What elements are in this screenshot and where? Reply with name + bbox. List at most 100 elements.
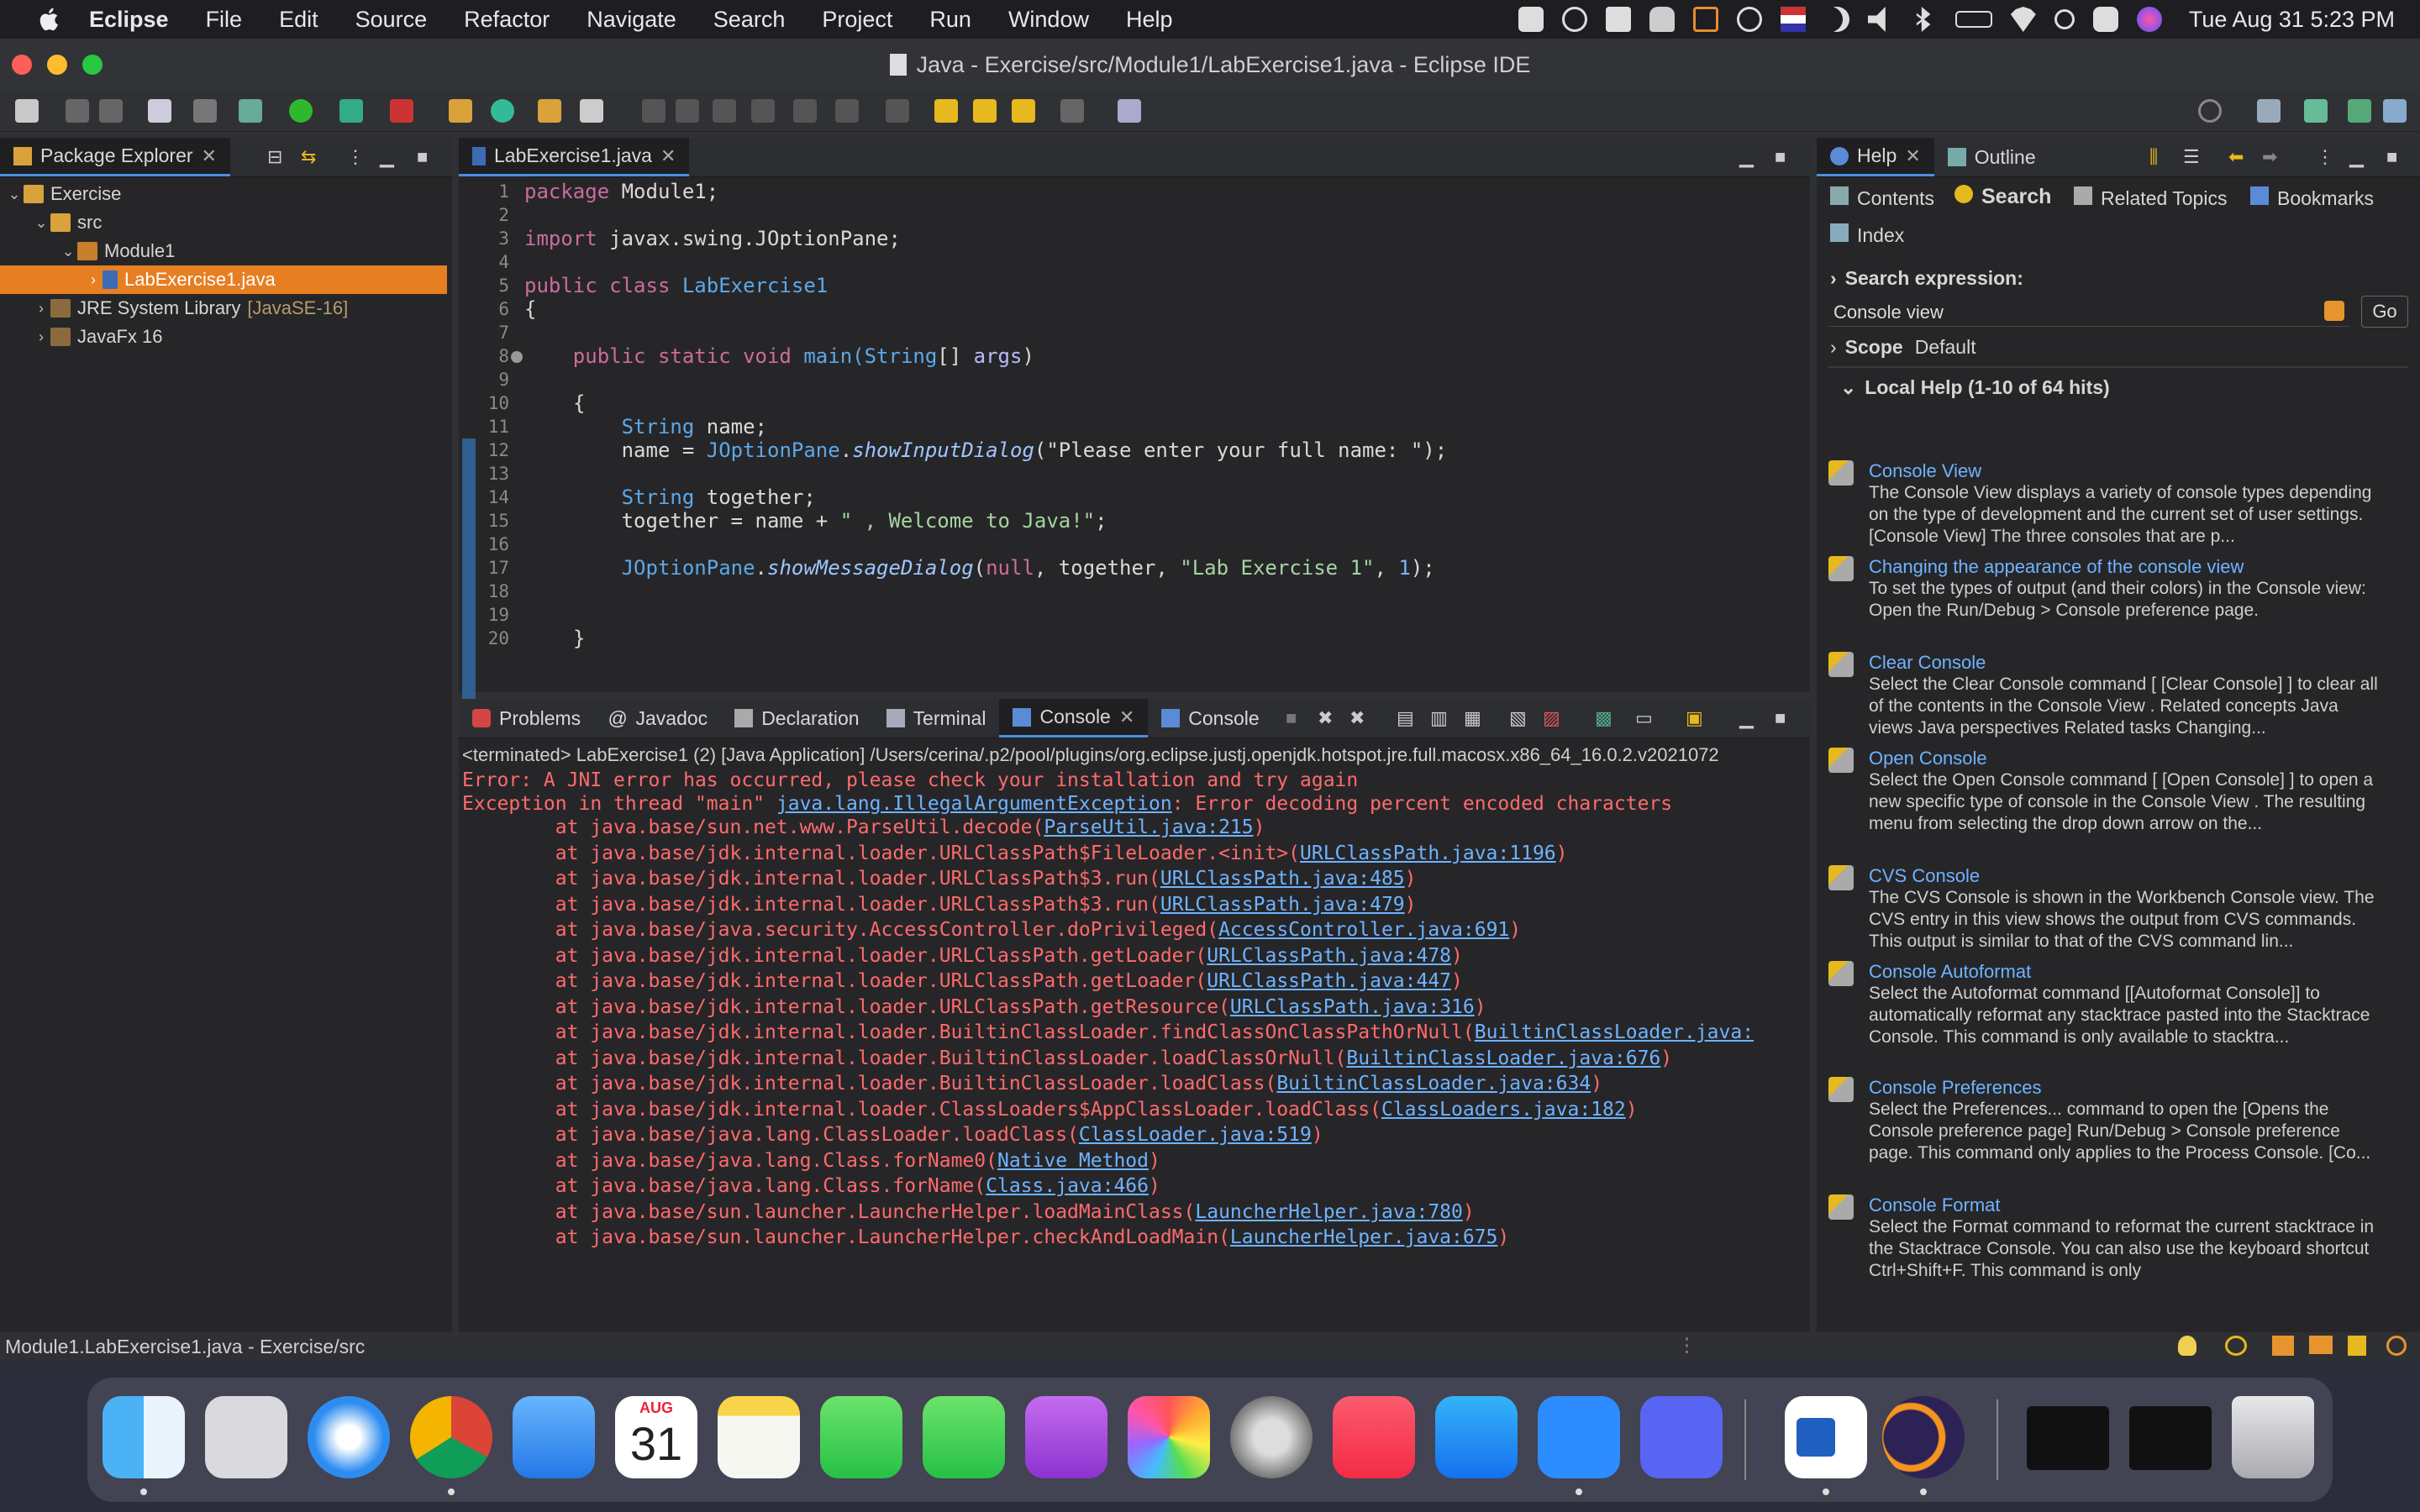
- undo-icon[interactable]: [2225, 1336, 2247, 1356]
- tab-package-explorer[interactable]: Package Explorer ✕: [0, 138, 230, 176]
- zoom-status-icon[interactable]: [1518, 7, 1544, 32]
- show-in-contents-icon[interactable]: ⫼: [2149, 146, 2158, 168]
- word-wrap-icon[interactable]: ▦: [1464, 707, 1481, 729]
- time-machine-icon[interactable]: [1736, 7, 1762, 32]
- mail-icon[interactable]: [513, 1396, 595, 1478]
- console-output[interactable]: Error: A JNI error has occurred, please …: [462, 769, 1807, 1324]
- music-icon[interactable]: [1333, 1396, 1415, 1478]
- menu-navigate[interactable]: Navigate: [587, 7, 676, 33]
- format-icon[interactable]: [713, 99, 736, 123]
- debug-icon[interactable]: [239, 99, 262, 123]
- chevron-right-icon[interactable]: ›: [84, 271, 103, 289]
- podcasts-icon[interactable]: [1025, 1396, 1107, 1478]
- help-hit-title[interactable]: CVS Console: [1869, 865, 1980, 887]
- trace-source-link[interactable]: LauncherHelper.java:780: [1195, 1201, 1463, 1223]
- close-icon[interactable]: ✕: [1905, 145, 1920, 167]
- toolbar-search-icon[interactable]: [2198, 99, 2222, 123]
- menu-search[interactable]: Search: [713, 7, 786, 33]
- volume-icon[interactable]: [1867, 7, 1886, 32]
- pin-editor-icon[interactable]: [1118, 99, 1141, 123]
- code-line[interactable]: JOptionPane.showMessageDialog(null, toge…: [524, 556, 1435, 580]
- tree-file-labexercise1[interactable]: › LabExercise1.java: [0, 265, 447, 294]
- run-icon[interactable]: [289, 99, 313, 123]
- git-perspective-icon[interactable]: [2383, 99, 2407, 123]
- chevron-down-icon[interactable]: ⌄: [5, 186, 24, 203]
- lightbulb-icon[interactable]: [2178, 1336, 2196, 1356]
- x-status-icon[interactable]: [1605, 7, 1631, 32]
- tab-declaration[interactable]: Declaration: [721, 699, 872, 738]
- scope-value[interactable]: Default: [1915, 336, 1976, 358]
- battery-icon[interactable]: [1954, 11, 1992, 28]
- display-console-icon[interactable]: ▭: [1635, 707, 1653, 729]
- launchpad-icon[interactable]: [205, 1396, 287, 1478]
- tab-console[interactable]: Console: [1148, 699, 1272, 738]
- go-button[interactable]: Go: [2361, 296, 2408, 328]
- app-store-icon[interactable]: [1435, 1396, 1518, 1478]
- help-hit-title[interactable]: Open Console: [1869, 748, 1987, 769]
- menu-help[interactable]: Help: [1126, 7, 1173, 33]
- trace-source-link[interactable]: ParseUtil.java:215: [1044, 816, 1253, 838]
- moon-icon[interactable]: [1824, 7, 1849, 32]
- scope-toggle[interactable]: › Scope Default: [1830, 336, 1976, 359]
- bluetooth-icon[interactable]: [1916, 7, 1931, 32]
- help-hit-title[interactable]: Console Format: [1869, 1194, 2001, 1216]
- new-class-icon[interactable]: [491, 99, 514, 123]
- code-line[interactable]: together = name + " , Welcome to Java!";: [524, 509, 1107, 533]
- trace-source-link[interactable]: BuiltinClassLoader.java:634: [1276, 1073, 1591, 1095]
- menu-source[interactable]: Source: [355, 7, 428, 33]
- spotlight-icon[interactable]: [2054, 9, 2075, 29]
- toc-icon[interactable]: ☰: [2183, 146, 2200, 168]
- minimize-icon[interactable]: ▁: [1739, 146, 1754, 168]
- local-help-toggle[interactable]: ⌄ Local Help (1-10 of 64 hits): [1840, 376, 2110, 399]
- terminal-icon[interactable]: [148, 99, 171, 123]
- flag-icon[interactable]: [1780, 7, 1806, 32]
- notes-icon[interactable]: [718, 1396, 800, 1478]
- control-center-icon[interactable]: [2092, 7, 2118, 32]
- tree-jre-library[interactable]: › JRE System Library [JavaSE-16]: [0, 294, 484, 323]
- view-menu-icon[interactable]: ⋮: [346, 146, 365, 168]
- safari-icon[interactable]: [308, 1396, 390, 1478]
- tab-help[interactable]: Help ✕: [1817, 138, 1934, 176]
- back-icon[interactable]: [1012, 99, 1035, 123]
- word-icon[interactable]: [1785, 1396, 1867, 1478]
- trash-icon[interactable]: [2232, 1396, 2314, 1478]
- tab-problems[interactable]: Problems: [459, 699, 594, 738]
- search-history-icon[interactable]: [2324, 301, 2344, 321]
- scroll-lock-icon[interactable]: ▥: [1430, 707, 1448, 729]
- apple-icon[interactable]: [35, 5, 64, 34]
- chevron-down-icon[interactable]: ⌄: [59, 243, 77, 260]
- screen-status-icon[interactable]: [1692, 7, 1718, 32]
- discord-icon[interactable]: [1640, 1396, 1723, 1478]
- help-hit-title[interactable]: Changing the appearance of the console v…: [1869, 556, 2244, 578]
- exception-link[interactable]: java.lang.IllegalArgumentException: [776, 793, 1172, 815]
- forward-icon[interactable]: ➡: [2262, 146, 2277, 168]
- trace-source-link[interactable]: LauncherHelper.java:675: [1230, 1226, 1498, 1248]
- chevron-right-icon[interactable]: ›: [32, 328, 50, 346]
- cloud-status-icon[interactable]: [1649, 7, 1675, 32]
- external-tools-icon[interactable]: [390, 99, 413, 123]
- help-index-link[interactable]: Index: [1830, 223, 1904, 247]
- menu-refactor[interactable]: Refactor: [464, 7, 550, 33]
- help-search-link[interactable]: Search: [1954, 185, 2051, 209]
- tree-src[interactable]: ⌄ src: [0, 208, 484, 237]
- trace-source-link[interactable]: BuiltinClassLoader.java:: [1475, 1021, 1754, 1043]
- book-icon[interactable]: [2272, 1336, 2294, 1356]
- pin-console-icon[interactable]: ▩: [1595, 707, 1612, 729]
- trace-source-link[interactable]: URLClassPath.java:1196: [1300, 843, 1556, 864]
- forward-icon[interactable]: [1060, 99, 1084, 123]
- help-related-link[interactable]: Related Topics: [2074, 186, 2227, 210]
- close-icon[interactable]: ✕: [202, 145, 217, 167]
- code-line[interactable]: String name;: [524, 415, 767, 438]
- code-line[interactable]: String together;: [524, 486, 816, 509]
- close-window-button[interactable]: [12, 55, 32, 75]
- zoom-window-button[interactable]: [82, 55, 103, 75]
- annotation-icon[interactable]: [642, 99, 666, 123]
- chevron-down-icon[interactable]: ⌄: [32, 214, 50, 232]
- show-on-output-icon[interactable]: ▧: [1509, 707, 1527, 729]
- finder-icon[interactable]: [103, 1396, 185, 1478]
- tree-package-module1[interactable]: ⌄ Module1: [0, 237, 511, 265]
- help-hit-title[interactable]: Clear Console: [1869, 652, 1986, 674]
- remove-launch-icon[interactable]: ✖: [1318, 707, 1333, 729]
- new-icon[interactable]: [15, 99, 39, 123]
- maximize-icon[interactable]: ■: [417, 146, 428, 168]
